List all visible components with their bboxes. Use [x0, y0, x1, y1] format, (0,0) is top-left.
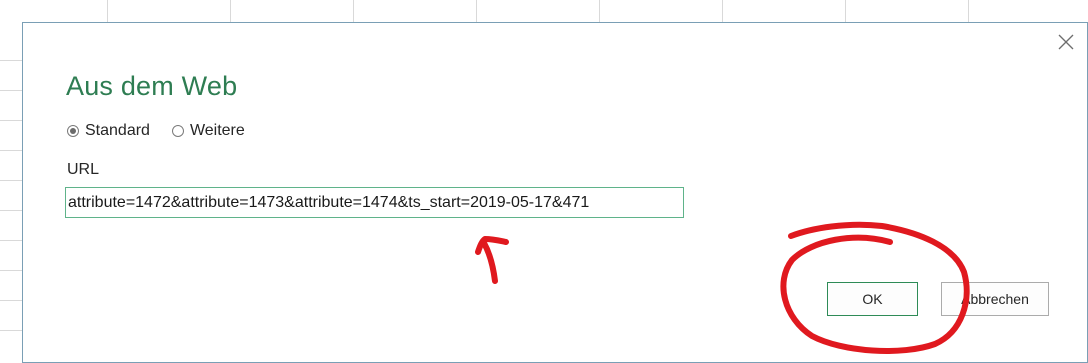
grid-line — [0, 60, 22, 61]
grid-line — [0, 330, 22, 331]
close-button[interactable] — [1055, 31, 1077, 53]
grid-line — [0, 240, 22, 241]
from-web-dialog: Aus dem Web Standard Weitere URL OK Abbr… — [22, 22, 1088, 363]
grid-line — [0, 270, 22, 271]
radio-advanced-label: Weitere — [189, 122, 245, 139]
radio-standard-label: Standard — [85, 122, 150, 139]
grid-line — [599, 0, 600, 22]
radio-standard[interactable]: Standard — [67, 122, 150, 140]
close-icon — [1058, 34, 1074, 50]
dialog-title: Aus dem Web — [66, 71, 238, 101]
grid-line — [722, 0, 723, 22]
grid-line — [0, 150, 22, 151]
grid-line — [107, 0, 108, 22]
grid-line — [0, 210, 22, 211]
grid-line — [845, 0, 846, 22]
radio-advanced[interactable]: Weitere — [171, 122, 245, 140]
radio-button-unselected[interactable] — [171, 125, 184, 137]
grid-line — [476, 0, 477, 22]
grid-line — [0, 120, 22, 121]
grid-line — [968, 0, 969, 22]
grid-line — [0, 90, 22, 91]
url-label: URL — [67, 161, 100, 178]
grid-line — [353, 0, 354, 22]
grid-line — [0, 180, 22, 181]
ok-button[interactable]: OK — [827, 282, 918, 316]
cancel-button[interactable]: Abbrechen — [941, 282, 1049, 316]
mode-radio-group: Standard Weitere — [67, 122, 267, 140]
url-input[interactable] — [65, 187, 684, 218]
grid-line — [0, 300, 22, 301]
radio-button-selected[interactable] — [67, 125, 79, 137]
grid-line — [230, 0, 231, 22]
